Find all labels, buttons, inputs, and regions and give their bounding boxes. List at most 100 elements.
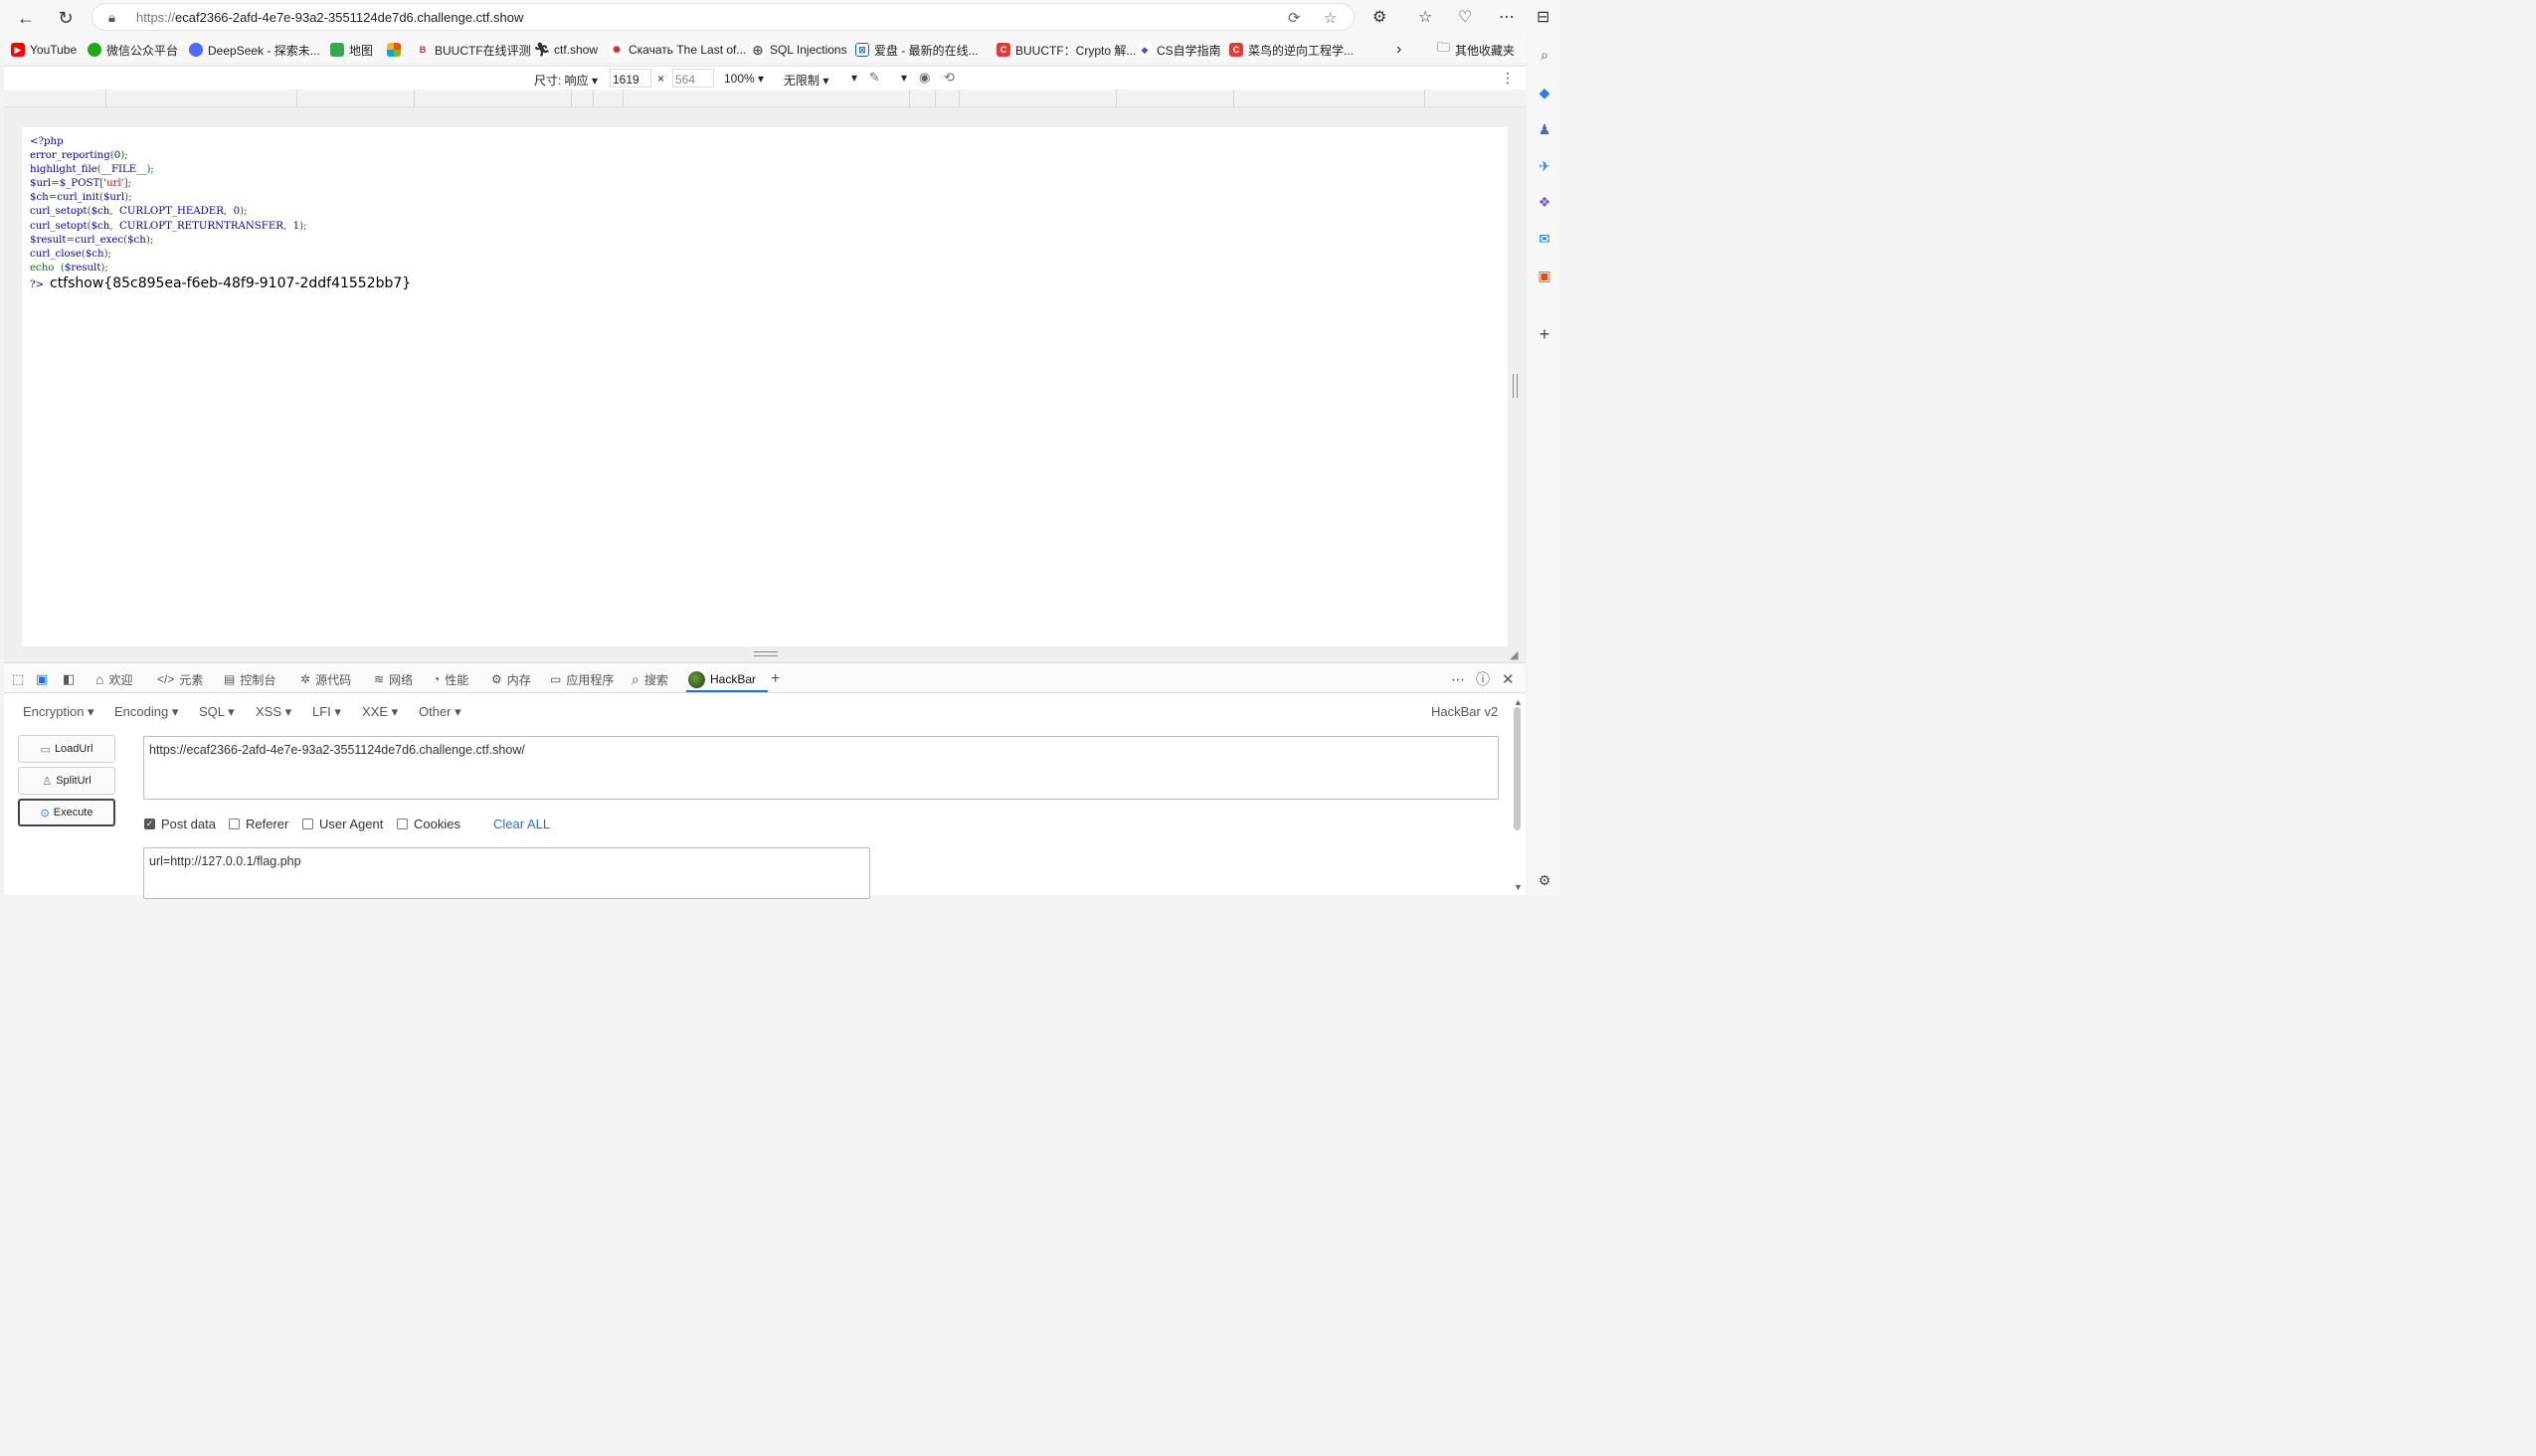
sidebar-toggle-icon[interactable]: ⊟ [1537, 7, 1549, 27]
bookmark-last-of-us[interactable]: ✹ Скачать The Last of... [610, 41, 746, 59]
browser-essentials-icon[interactable]: ♡ [1458, 7, 1472, 27]
copilot-icon[interactable]: ❖ [1536, 193, 1553, 211]
reload-icon[interactable]: ↻ [54, 6, 78, 30]
ctfshow-icon: 🏃︎ [533, 42, 551, 57]
tab-sources[interactable]: ✲ 源代码 [300, 670, 351, 688]
bookmark-youtube[interactable]: ▶ YouTube [11, 41, 77, 59]
post-data-textarea[interactable]: url=http://127.0.0.1/flag.php [143, 847, 870, 899]
code-token: ); [299, 220, 307, 232]
address-bar-url[interactable]: https://ecaf2366-2afd-4e7e-93a2-3551124d… [136, 10, 523, 25]
bug-icon: ✲ [300, 672, 311, 686]
outlook-icon[interactable]: ✉ [1536, 230, 1553, 248]
code-token: ); [124, 192, 132, 204]
eyedropper-icon[interactable]: ✎ [869, 70, 880, 86]
url-textarea[interactable]: https://ecaf2366-2afd-4e7e-93a2-3551124d… [143, 736, 1499, 800]
dock-side-icon[interactable]: ◧ [63, 670, 75, 688]
tab-elements[interactable]: </> 元素 [157, 670, 203, 688]
scroll-up-arrow-icon[interactable]: ▲ [1514, 697, 1523, 707]
bookmark-reverse-engineering[interactable]: C 菜鸟的逆向工程学... [1229, 41, 1354, 59]
toolbox-icon[interactable]: ▣ [1536, 267, 1553, 284]
tab-network[interactable]: ≋ 网络 [374, 670, 413, 688]
add-icon[interactable]: + [1536, 324, 1553, 344]
referer-checkbox[interactable]: Referer [229, 817, 288, 831]
address-bar[interactable]: 🔒︎ https://ecaf2366-2afd-4e7e-93a2-35511… [91, 3, 1355, 31]
inspect-element-icon[interactable]: ⬚ [12, 670, 24, 688]
buuctf-icon: B [416, 43, 430, 57]
send-icon[interactable]: ✈ [1536, 157, 1553, 175]
clear-all-link[interactable]: Clear ALL [493, 817, 550, 831]
device-toolbar-more-icon[interactable]: ⋮ [1501, 70, 1515, 87]
bookmark-deepseek[interactable]: DeepSeek - 探索未... [189, 41, 320, 59]
menu-other[interactable]: Other ▾ [419, 704, 461, 720]
tools-icon[interactable]: ♟ [1536, 120, 1553, 138]
tab-console[interactable]: ▤ 控制台 [224, 670, 275, 688]
bookmark-maps[interactable]: 地图 [330, 41, 373, 59]
post-data-checkbox[interactable]: ✓ Post data [144, 817, 216, 831]
viewport-height-input[interactable]: 564 [672, 69, 714, 88]
bookmark-sql-injections[interactable]: ⊕ SQL Injections [751, 41, 847, 59]
device-emulation-icon[interactable]: ▣ [36, 670, 48, 688]
tab-hackbar[interactable]: HackBar [688, 670, 756, 688]
dimensions-select[interactable]: 尺寸: 响应 ▾ [534, 72, 598, 89]
shopping-tag-icon[interactable]: ◆ [1536, 84, 1553, 101]
close-devtools-icon[interactable]: ✕ [1502, 670, 1515, 688]
menu-encoding[interactable]: Encoding ▾ [114, 704, 178, 720]
vision-deficiency-icon[interactable]: ◉ [919, 70, 930, 86]
code-token: ); [120, 150, 128, 162]
hackbar-scrollbar[interactable] [1514, 707, 1521, 830]
back-arrow-icon[interactable]: ← [14, 6, 38, 30]
viewport-resize-corner-icon[interactable]: ◢ [1510, 648, 1518, 661]
bookmarks-overflow-chevron-icon[interactable]: › [1396, 41, 1401, 59]
search-icon[interactable]: ⌕ [1536, 46, 1553, 64]
split-url-button[interactable]: ♙ SplitUrl [18, 767, 115, 795]
tab-memory[interactable]: ⚙ 内存 [491, 670, 531, 688]
tab-application[interactable]: ▭ 应用程序 [550, 670, 614, 688]
devtools-more-icon[interactable]: ⋯ [1451, 670, 1465, 688]
throttle-select[interactable]: 无限制 ▾ [784, 72, 828, 89]
scroll-down-arrow-icon[interactable]: ▼ [1514, 882, 1523, 892]
php-close-tag: ?> [30, 278, 44, 290]
help-icon[interactable]: ⓘ [1476, 670, 1490, 688]
code-icon: </> [157, 672, 175, 686]
microsoft-icon [387, 43, 401, 57]
bookmark-buuctf[interactable]: B BUUCTF在线评测 [416, 41, 531, 59]
rotate-icon[interactable]: ⟲ [944, 70, 955, 86]
menu-sql[interactable]: SQL ▾ [199, 704, 235, 720]
viewport-width-input[interactable]: 1619 [610, 69, 651, 88]
add-tab-icon[interactable]: + [771, 670, 780, 688]
bookmark-microsoft[interactable] [387, 41, 401, 59]
bookmark-buuctf-crypto[interactable]: C BUUCTF：Crypto 解... [996, 41, 1136, 59]
viewport-resize-handle-right[interactable] [1513, 374, 1518, 398]
lock-icon[interactable]: 🔒︎ [108, 10, 115, 26]
bookmark-ctfshow[interactable]: 🏃︎ ctf.show [533, 41, 598, 59]
favorite-star-icon[interactable]: ☆ [1324, 9, 1337, 27]
more-menu-icon[interactable]: ⋯ [1499, 7, 1515, 27]
menu-xxe[interactable]: XXE ▾ [362, 704, 398, 720]
tab-welcome[interactable]: ⌂ 欢迎 [95, 670, 132, 688]
bookmark-aipan[interactable]: ⊠ 爱盘 - 最新的在线... [855, 41, 979, 59]
sensor-dropdown-icon[interactable]: ▾ [901, 71, 907, 85]
code-line: $result=curl_exec($ch); [30, 234, 411, 248]
user-agent-checkbox[interactable]: User Agent [302, 817, 383, 831]
extensions-icon[interactable]: ⚙ [1372, 7, 1386, 27]
flag-output: ctfshow{85c895ea-f6eb-48f9-9107-2ddf4155… [50, 274, 412, 291]
execute-button[interactable]: ⊙ Execute [18, 799, 115, 826]
favorites-icon[interactable]: ☆ [1418, 7, 1432, 27]
menu-xss[interactable]: XSS ▾ [256, 704, 291, 720]
load-url-button[interactable]: ▭ LoadUrl [18, 735, 115, 763]
menu-encryption[interactable]: Encryption ▾ [23, 704, 94, 720]
code-line: curl_setopt($ch, CURLOPT_RETURNTRANSFER,… [30, 220, 411, 234]
save-data-dropdown-icon[interactable]: ▾ [851, 71, 857, 85]
refresh-translate-icon[interactable]: ⟳ [1288, 9, 1301, 27]
cookies-checkbox[interactable]: Cookies [397, 817, 460, 831]
bookmark-cs-guide[interactable]: ◆ CS自学指南 [1138, 41, 1221, 59]
zoom-select[interactable]: 100% ▾ [724, 72, 764, 86]
tab-search[interactable]: ⌕ 搜索 [632, 670, 668, 688]
viewport-resize-handle-bottom[interactable] [754, 651, 778, 656]
bookmark-other-folder[interactable]: 🗀 其他收藏夹 [1437, 40, 1515, 59]
bookmark-wechat[interactable]: 微信公众平台 [88, 41, 178, 59]
code-line: error_reporting(0); [30, 149, 411, 163]
menu-lfi[interactable]: LFI ▾ [312, 704, 341, 720]
tab-performance[interactable]: ◔ 性能 [433, 670, 468, 688]
settings-gear-icon[interactable]: ⚙ [1536, 871, 1553, 889]
